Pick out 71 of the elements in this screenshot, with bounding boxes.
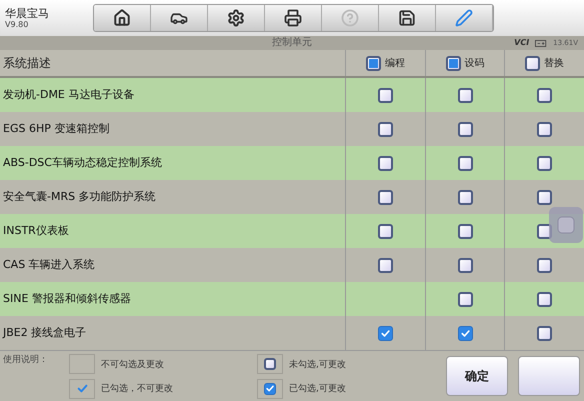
system-name: JBE2 接线盒电子	[3, 324, 86, 341]
toolbar-button[interactable]	[265, 5, 322, 31]
vci-label: VCI	[514, 37, 530, 49]
legend-label: 使用说明：	[3, 354, 49, 367]
table-row[interactable]: SINE 警报器和倾斜传感器	[0, 282, 584, 316]
check-icon	[460, 328, 470, 338]
pen-icon	[455, 9, 473, 27]
checkbox[interactable]	[458, 190, 472, 204]
check-icon	[380, 328, 391, 338]
checkbox[interactable]	[525, 56, 540, 70]
dialog-button[interactable]	[518, 356, 580, 396]
checkbox[interactable]	[378, 326, 393, 340]
checkbox[interactable]	[537, 326, 552, 340]
home-icon	[113, 9, 131, 27]
legend-text: 不可勾选及更改	[101, 358, 165, 372]
checkbox[interactable]	[458, 88, 472, 102]
system-name: EGS 6HP 变速箱控制	[3, 120, 110, 137]
checkbox[interactable]	[378, 156, 393, 170]
checkbox[interactable]	[378, 258, 393, 272]
system-name: INSTR仪表板	[3, 222, 69, 239]
square-icon	[556, 215, 576, 235]
settings-icon	[227, 9, 245, 27]
checkbox[interactable]	[458, 122, 472, 136]
checkbox[interactable]	[537, 88, 552, 102]
checkbox[interactable]	[446, 56, 460, 70]
checkbox[interactable]	[264, 382, 276, 394]
system-name: ABS-DSC车辆动态稳定控制系统	[3, 154, 162, 171]
checkbox[interactable]	[537, 292, 552, 306]
table-row[interactable]: ABS-DSC车辆动态稳定控制系统	[0, 146, 584, 180]
checkbox[interactable]	[378, 224, 393, 238]
screen-title: 控制单元	[272, 37, 312, 49]
checkbox[interactable]	[458, 258, 472, 272]
legend-text: 已勾选，不可更改	[101, 383, 174, 396]
checkbox[interactable]	[378, 88, 393, 102]
checkbox[interactable]	[458, 224, 472, 238]
column-header: 替换	[544, 56, 564, 70]
app-title: 华晨宝马	[5, 6, 50, 20]
table-row[interactable]: INSTR仪表板	[0, 214, 584, 248]
checkbox[interactable]	[537, 190, 552, 204]
system-name: SINE 警报器和倾斜传感器	[3, 290, 131, 307]
save-icon	[398, 9, 416, 27]
column-header: 设码	[464, 56, 484, 70]
column-header: 编程	[384, 56, 405, 70]
legend-swatch	[69, 354, 95, 374]
system-name: 安全气囊-MRS 多功能防护系统	[3, 188, 156, 205]
app-version: V9.80	[5, 20, 30, 30]
dialog-button[interactable]: 确定	[446, 356, 508, 396]
table-row[interactable]: 发动机-DME 马达电子设备	[0, 78, 584, 112]
toolbar-button[interactable]	[94, 5, 151, 31]
printer-icon	[284, 9, 302, 27]
toolbar-button[interactable]	[151, 5, 208, 31]
toolbar-button[interactable]	[208, 5, 265, 31]
checkbox[interactable]	[264, 358, 276, 370]
check-icon	[265, 383, 275, 394]
checkbox[interactable]	[537, 156, 552, 170]
checkbox[interactable]	[458, 326, 472, 340]
legend-text: 未勾选,可更改	[289, 358, 347, 372]
checkbox[interactable]	[366, 56, 381, 70]
checkbox[interactable]	[537, 122, 552, 136]
checkbox[interactable]	[378, 190, 393, 204]
system-name: 发动机-DME 马达电子设备	[3, 86, 134, 103]
checkbox[interactable]	[458, 292, 472, 306]
checkbox[interactable]	[378, 122, 393, 136]
checkbox[interactable]	[458, 156, 472, 170]
battery-icon	[535, 40, 548, 46]
checkbox[interactable]	[537, 258, 552, 272]
legend-text: 已勾选,可更改	[289, 383, 347, 396]
toolbar-button[interactable]	[379, 5, 436, 31]
system-name: CAS 车辆进入系统	[3, 256, 95, 273]
column-header: 系统描述	[3, 55, 51, 72]
help-icon	[341, 9, 359, 27]
